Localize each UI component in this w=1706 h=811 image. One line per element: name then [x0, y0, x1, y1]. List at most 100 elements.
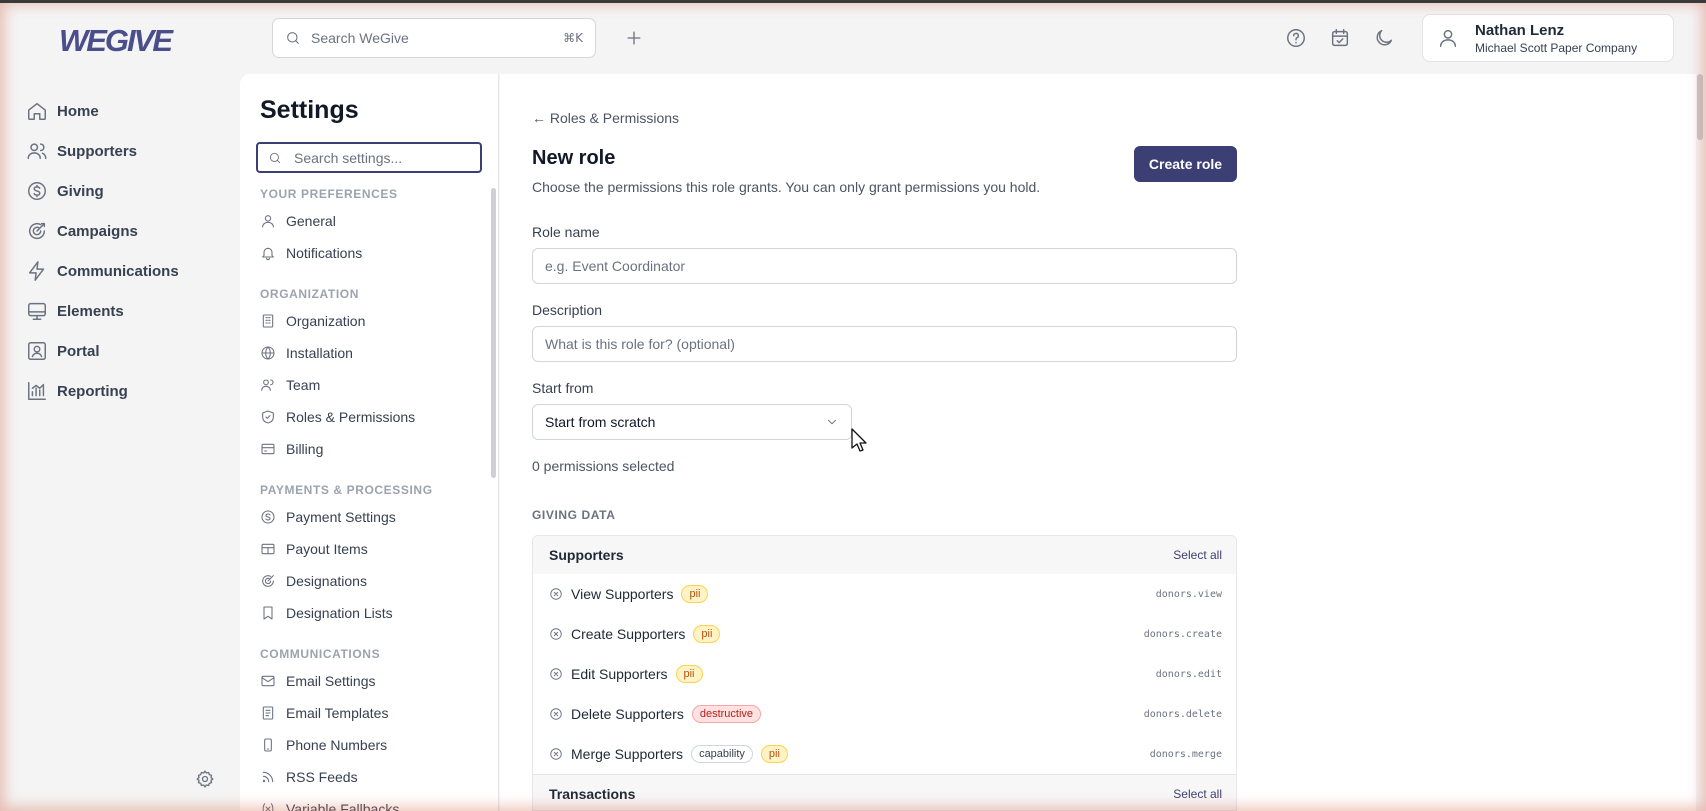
user-avatar-icon	[1437, 27, 1459, 49]
description-input[interactable]	[532, 326, 1237, 362]
unchecked-circle-icon[interactable]	[549, 707, 563, 721]
create-role-button[interactable]: Create role	[1134, 146, 1237, 182]
role-name-input[interactable]	[532, 248, 1237, 284]
target-icon	[260, 573, 276, 589]
settings-item-roles-permissions[interactable]: Roles & Permissions	[260, 406, 415, 428]
settings-item-team[interactable]: Team	[260, 374, 320, 396]
settings-item-label: Payout Items	[286, 541, 368, 557]
nav-item-giving[interactable]: Giving	[26, 171, 236, 211]
permission-code: donors.merge	[1149, 748, 1222, 760]
user-name: Nathan Lenz	[1475, 21, 1565, 39]
permissions-selected-count: 0 permissions selected	[532, 458, 675, 474]
back-to-roles-link[interactable]: ← Roles & Permissions	[532, 110, 679, 126]
nav-item-home[interactable]: Home	[26, 91, 236, 131]
svg-text:WEGIVE: WEGIVE	[59, 24, 174, 58]
help-icon[interactable]	[1285, 27, 1307, 49]
pii-badge: pii	[675, 665, 703, 683]
nav-item-supporters[interactable]: Supporters	[26, 131, 236, 171]
credit-card-icon	[260, 441, 276, 457]
settings-item-general[interactable]: General	[260, 210, 336, 232]
permission-name: Create Supporters	[571, 626, 686, 642]
unchecked-circle-icon[interactable]	[549, 587, 563, 601]
category-title: Transactions	[549, 785, 636, 802]
add-button[interactable]	[624, 28, 644, 48]
nav-item-communications[interactable]: Communications	[26, 251, 236, 291]
settings-item-designation-lists[interactable]: Designation Lists	[260, 602, 393, 624]
nav-item-campaigns[interactable]: Campaigns	[26, 211, 236, 251]
page-subtitle: Choose the permissions this role grants.…	[532, 179, 1041, 195]
start-from-select[interactable]: Start from scratch	[532, 404, 852, 440]
unchecked-circle-icon[interactable]	[549, 747, 563, 761]
settings-item-label: Notifications	[286, 245, 363, 261]
window-top-edge	[0, 0, 1706, 3]
settings-item-rss-feeds[interactable]: RSS Feeds	[260, 766, 358, 788]
phone-icon	[260, 737, 276, 753]
settings-item-email-templates[interactable]: Email Templates	[260, 702, 388, 724]
nav-label: Campaigns	[57, 222, 138, 240]
home-icon	[26, 100, 48, 122]
nav-item-reporting[interactable]: Reporting	[26, 371, 236, 411]
permission-category-header: Transactions Select all	[533, 774, 1236, 810]
select-all-transactions-link[interactable]: Select all	[1173, 787, 1222, 801]
bookmark-icon	[260, 605, 276, 621]
settings-item-label: Billing	[286, 441, 324, 457]
nav-item-elements[interactable]: Elements	[26, 291, 236, 331]
settings-item-label: Phone Numbers	[286, 737, 388, 753]
user-menu[interactable]: Nathan Lenz Michael Scott Paper Company	[1422, 14, 1674, 62]
global-search-input[interactable]: Search WeGive ⌘K	[272, 18, 596, 58]
settings-item-organization[interactable]: Organization	[260, 310, 365, 332]
section-your-preferences: YOUR PREFERENCES	[260, 187, 398, 201]
settings-item-payout-items[interactable]: Payout Items	[260, 538, 368, 560]
settings-item-billing[interactable]: Billing	[260, 438, 323, 460]
pii-badge: pii	[681, 585, 709, 603]
dark-mode-icon[interactable]	[1373, 27, 1395, 49]
role-name-label: Role name	[532, 224, 600, 240]
settings-item-email-settings[interactable]: Email Settings	[260, 670, 375, 692]
user-organization: Michael Scott Paper Company	[1475, 40, 1638, 55]
start-from-value: Start from scratch	[545, 414, 656, 430]
settings-search-input[interactable]: Search settings...	[256, 142, 482, 173]
nav-label: Giving	[57, 182, 104, 200]
settings-item-label: Designations	[286, 573, 367, 589]
permission-row[interactable]: Delete Supporters destructive donors.del…	[533, 694, 1236, 734]
permission-row[interactable]: View Supporters pii donors.view	[533, 574, 1236, 614]
main-nav: Home Supporters Giving Campaigns Communi…	[26, 91, 236, 411]
unchecked-circle-icon[interactable]	[549, 667, 563, 681]
mouse-cursor-icon	[851, 428, 869, 454]
settings-item-installation[interactable]: Installation	[260, 342, 353, 364]
settings-item-label: Designation Lists	[286, 605, 393, 621]
permission-name: Edit Supporters	[571, 666, 668, 682]
nav-label: Communications	[57, 262, 179, 280]
users-icon	[260, 377, 276, 393]
settings-item-label: General	[286, 213, 336, 229]
settings-item-payment-settings[interactable]: Payment Settings	[260, 506, 396, 528]
nav-item-portal[interactable]: Portal	[26, 331, 236, 371]
settings-item-label: Payment Settings	[286, 509, 396, 525]
settings-item-notifications[interactable]: Notifications	[260, 242, 362, 264]
wegive-logo[interactable]: WEGIVE	[59, 24, 181, 58]
portal-icon	[26, 340, 48, 362]
settings-item-designations[interactable]: Designations	[260, 570, 367, 592]
select-all-supporters-link[interactable]: Select all	[1173, 548, 1222, 562]
settings-scrollbar[interactable]	[491, 188, 496, 478]
search-shortcut: ⌘K	[563, 31, 583, 45]
settings-gear-icon[interactable]	[195, 769, 215, 789]
main-scrollbar[interactable]	[1697, 74, 1703, 140]
permission-row[interactable]: Merge Supporters capability pii donors.m…	[533, 734, 1236, 774]
unchecked-circle-icon[interactable]	[549, 627, 563, 641]
monitor-icon	[26, 300, 48, 322]
settings-item-phone-numbers[interactable]: Phone Numbers	[260, 734, 387, 756]
settings-search-placeholder: Search settings...	[294, 149, 403, 166]
settings-panel: Settings Search settings... YOUR PREFERE…	[240, 74, 499, 811]
search-icon	[285, 30, 301, 46]
settings-item-label: Installation	[286, 345, 353, 361]
permission-row[interactable]: Edit Supporters pii donors.edit	[533, 654, 1236, 694]
section-organization: ORGANIZATION	[260, 287, 359, 301]
permission-row[interactable]: Create Supporters pii donors.create	[533, 614, 1236, 654]
capability-badge: capability	[691, 745, 753, 763]
nav-label: Portal	[57, 342, 100, 360]
nav-label: Elements	[57, 302, 124, 320]
calendar-icon[interactable]	[1329, 27, 1351, 49]
search-placeholder: Search WeGive	[311, 30, 409, 46]
settings-item-variable-fallbacks[interactable]: Variable Fallbacks	[260, 798, 399, 811]
